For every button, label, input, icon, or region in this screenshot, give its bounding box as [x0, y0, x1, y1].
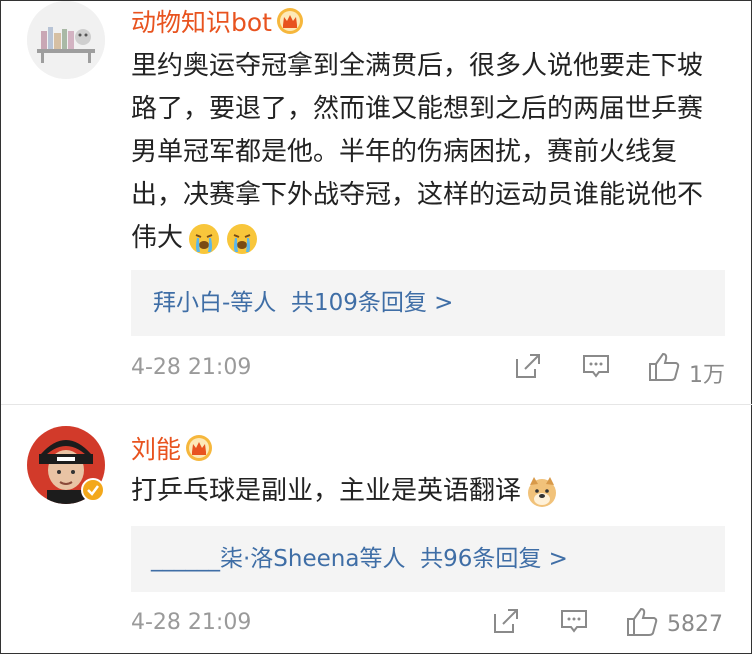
- replies-preview[interactable]: 拜小白-等人 共109条回复 >: [131, 270, 725, 336]
- username-text[interactable]: 刘能: [131, 435, 181, 464]
- comment-time: 4-28 21:09: [131, 355, 252, 380]
- crown-badge-icon: [185, 434, 213, 468]
- replies-preview[interactable]: ______柒·洛Sheena等人 共96条回复 >: [131, 526, 725, 592]
- comment-text: 打乒乓球是副业，主业是英语翻译: [131, 470, 721, 513]
- share-icon[interactable]: [513, 351, 543, 381]
- comment-body: 打乒乓球是副业，主业是英语翻译: [131, 476, 522, 506]
- replies-count[interactable]: 共96条回复 >: [420, 546, 568, 572]
- comment-meta: 4-28 21:09 5827: [131, 606, 752, 646]
- doge-icon: [525, 475, 559, 509]
- like-icon[interactable]: [647, 351, 681, 383]
- comment-text: 里约奥运夺冠拿到全满贯后，很多人说他要走下坡路了，要退了，然而谁又能想到之后的两…: [131, 45, 721, 260]
- comment-time: 4-28 21:09: [131, 610, 252, 635]
- replies-names[interactable]: 柒·洛Sheena等人: [220, 546, 405, 572]
- replies-prefix[interactable]: ______: [151, 546, 220, 572]
- crying-face-icon: [187, 222, 221, 256]
- comment-item: 刘能 打乒乓球是副业，主业是英语翻译 ______柒·洛Sheena等人 共96…: [1, 406, 752, 655]
- divider: [1, 404, 752, 405]
- comment-icon[interactable]: [559, 606, 589, 636]
- username-text[interactable]: 动物知识bot: [131, 8, 272, 37]
- replies-count[interactable]: 共109条回复 >: [291, 290, 453, 316]
- like-count: 1万: [689, 363, 725, 388]
- avatar[interactable]: [27, 1, 105, 79]
- share-icon[interactable]: [491, 606, 521, 636]
- comment-item: 动物知识bot 里约奥运夺冠拿到全满贯后，很多人说他要走下坡路了，要退了，然而谁…: [1, 1, 752, 405]
- username[interactable]: 动物知识bot: [131, 3, 304, 41]
- comment-meta: 4-28 21:09 1万: [131, 351, 752, 391]
- replies-names[interactable]: 拜小白-等人: [153, 290, 276, 316]
- crying-face-icon: [225, 222, 259, 256]
- comment-icon[interactable]: [581, 351, 611, 381]
- username[interactable]: 刘能: [131, 430, 213, 468]
- like-icon[interactable]: [625, 606, 659, 638]
- crown-badge-icon: [276, 7, 304, 41]
- like-count: 5827: [667, 612, 723, 637]
- verified-badge-icon: [81, 478, 105, 506]
